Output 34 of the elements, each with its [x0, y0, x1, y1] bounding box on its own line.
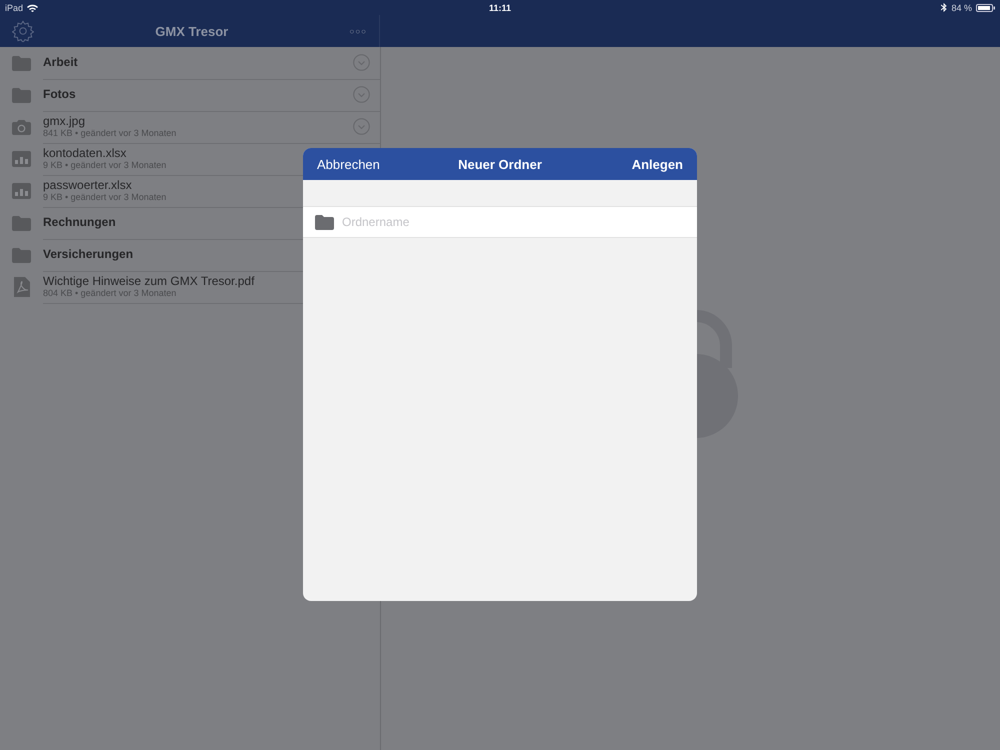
file-name: Versicherungen: [43, 248, 134, 261]
cancel-button[interactable]: Abbrechen: [317, 156, 380, 172]
folder-icon: [12, 88, 31, 102]
folder-icon: [12, 56, 31, 70]
folder-icon: [12, 216, 31, 230]
file-name: Arbeit: [43, 56, 78, 69]
file-name: Fotos: [43, 88, 76, 101]
file-name: passwoerter.xlsx: [43, 178, 132, 192]
settings-icon[interactable]: [12, 20, 34, 42]
bluetooth-icon: [941, 3, 948, 12]
app-title: GMX Tresor: [155, 24, 228, 38]
file-name: kontodaten.xlsx: [43, 146, 126, 160]
create-button[interactable]: Anlegen: [632, 156, 683, 172]
chevron-circle-button[interactable]: [353, 54, 370, 71]
spreadsheet-icon: [12, 151, 31, 167]
camera-icon: [12, 120, 31, 134]
folder-icon: [12, 248, 31, 262]
chevron-circle-button[interactable]: [353, 86, 370, 103]
padlock-icon: [697, 310, 738, 438]
folder-name-field[interactable]: Ordnername: [303, 206, 697, 238]
file-name: Rechnungen: [43, 216, 116, 229]
clock-time: 11:11: [488, 2, 512, 12]
device-name: iPad: [5, 2, 24, 12]
pdf-file-icon: [14, 277, 30, 297]
battery-percentage: 84 %: [951, 2, 972, 12]
file-name: gmx.jpg: [43, 114, 86, 128]
spreadsheet-icon: [12, 183, 31, 199]
battery-icon: [976, 4, 995, 12]
more-button[interactable]: ○○○: [350, 26, 367, 36]
folder-icon: [315, 214, 334, 230]
chevron-circle-button[interactable]: [353, 118, 370, 135]
file-name: Wichtige Hinweise zum GMX Tresor.pdf: [43, 274, 254, 288]
dialog-title: Neuer Ordner: [458, 156, 542, 172]
wifi-icon: [27, 4, 38, 12]
